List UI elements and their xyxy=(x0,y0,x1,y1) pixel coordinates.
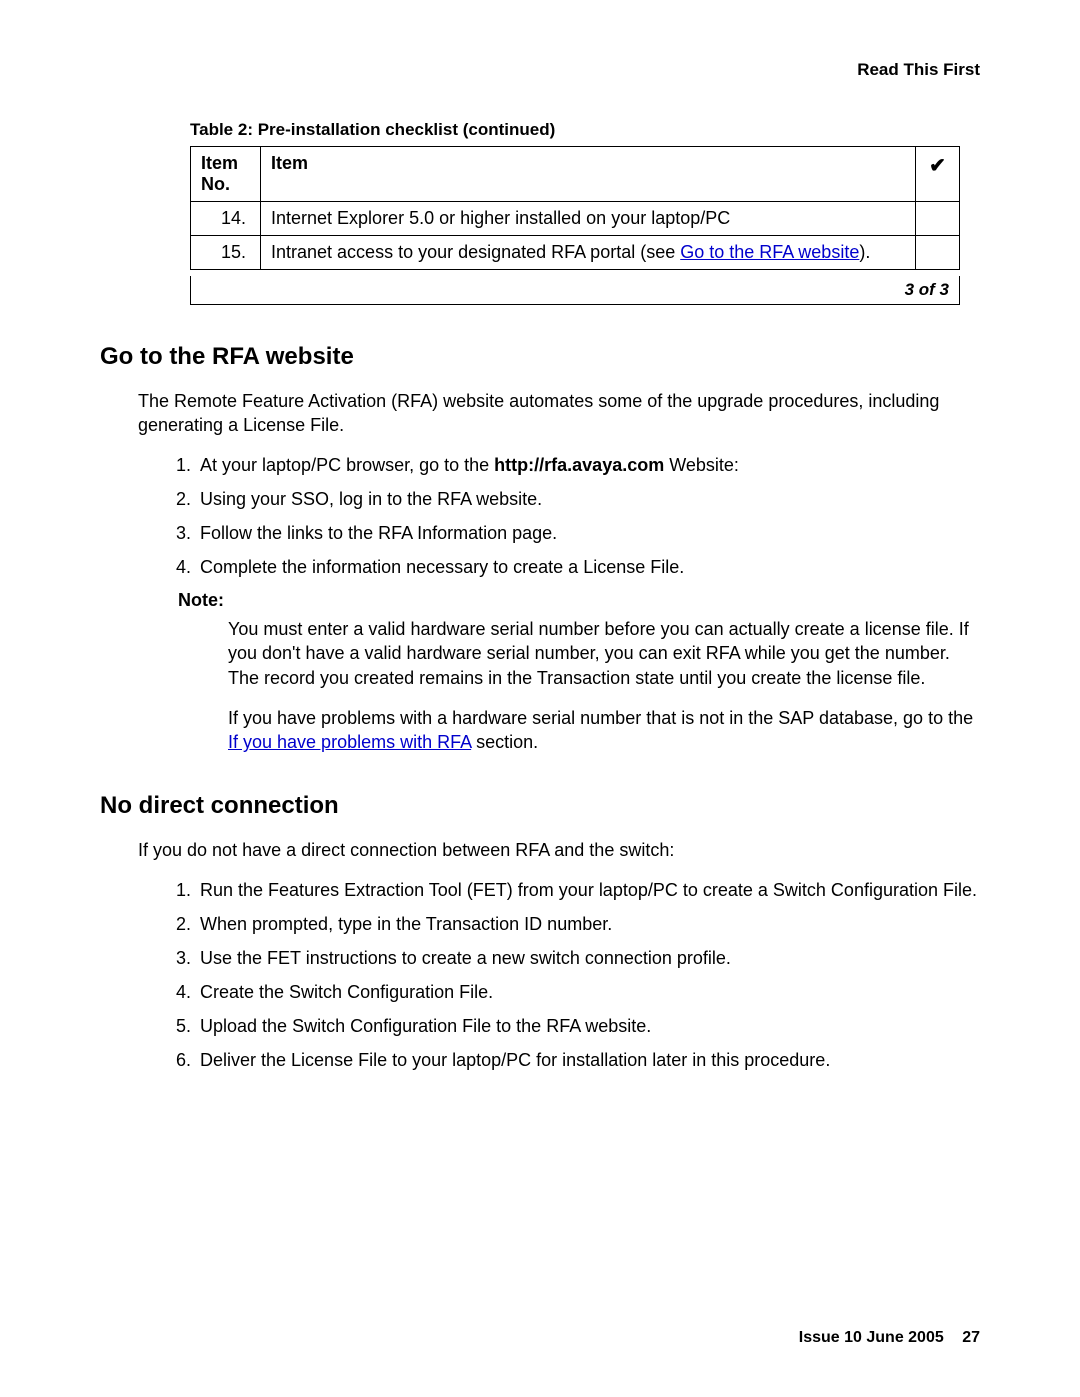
note-block: Note: You must enter a valid hardware se… xyxy=(178,590,980,754)
nodirect-intro: If you do not have a direct connection b… xyxy=(138,838,980,862)
cell-text-pre: Intranet access to your designated RFA p… xyxy=(271,242,680,262)
page-header-right: Read This First xyxy=(100,60,980,80)
checklist-table: Item No. Item ✔ 14. Internet Explorer 5.… xyxy=(190,146,960,270)
list-item: Using your SSO, log in to the RFA websit… xyxy=(196,486,980,512)
rfa-problems-link[interactable]: If you have problems with RFA xyxy=(228,732,471,752)
col-header-item: Item xyxy=(261,147,916,202)
note-text-2: If you have problems with a hardware ser… xyxy=(228,706,980,755)
col-header-check-icon: ✔ xyxy=(916,147,960,202)
note2-post: section. xyxy=(471,732,538,752)
list-item: Follow the links to the RFA Information … xyxy=(196,520,980,546)
nodirect-steps: Run the Features Extraction Tool (FET) f… xyxy=(178,877,980,1074)
table-row: 14. Internet Explorer 5.0 or higher inst… xyxy=(191,202,960,236)
list-item: Upload the Switch Configuration File to … xyxy=(196,1013,980,1039)
footer-issue: Issue 10 June 2005 xyxy=(799,1329,944,1346)
list-item: Run the Features Extraction Tool (FET) f… xyxy=(196,877,980,903)
cell-item-text: Internet Explorer 5.0 or higher installe… xyxy=(261,202,916,236)
footer-page-number: 27 xyxy=(962,1329,980,1346)
list-item: Deliver the License File to your laptop/… xyxy=(196,1047,980,1073)
rfa-steps: At your laptop/PC browser, go to the htt… xyxy=(178,452,980,580)
note-label: Note: xyxy=(178,590,980,611)
rfa-website-link[interactable]: Go to the RFA website xyxy=(680,242,859,262)
cell-item-text: Intranet access to your designated RFA p… xyxy=(261,236,916,270)
cell-item-no: 14. xyxy=(191,202,261,236)
cell-text-post: ). xyxy=(859,242,870,262)
cell-check xyxy=(916,202,960,236)
step-text-pre: At your laptop/PC browser, go to the xyxy=(200,455,494,475)
list-item: When prompted, type in the Transaction I… xyxy=(196,911,980,937)
step-text-post: Website: xyxy=(664,455,739,475)
checklist-table-wrap: Table 2: Pre-installation checklist (con… xyxy=(190,120,960,305)
heading-no-direct: No direct connection xyxy=(100,792,980,820)
list-item: Use the FET instructions to create a new… xyxy=(196,945,980,971)
cell-check xyxy=(916,236,960,270)
note-text-1: You must enter a valid hardware serial n… xyxy=(228,617,980,690)
list-item: Create the Switch Configuration File. xyxy=(196,979,980,1005)
table-header-row: Item No. Item ✔ xyxy=(191,147,960,202)
rfa-intro: The Remote Feature Activation (RFA) webs… xyxy=(138,389,980,438)
rfa-url: http://rfa.avaya.com xyxy=(494,455,664,475)
note2-pre: If you have problems with a hardware ser… xyxy=(228,708,973,728)
page-footer: Issue 10 June 2005 27 xyxy=(799,1329,980,1347)
table-row: 15. Intranet access to your designated R… xyxy=(191,236,960,270)
list-item: At your laptop/PC browser, go to the htt… xyxy=(196,452,980,478)
col-header-item-no: Item No. xyxy=(191,147,261,202)
table-caption: Table 2: Pre-installation checklist (con… xyxy=(190,120,960,140)
list-item: Complete the information necessary to cr… xyxy=(196,554,980,580)
heading-rfa-website: Go to the RFA website xyxy=(100,343,980,371)
cell-item-no: 15. xyxy=(191,236,261,270)
table-page-indicator: 3 of 3 xyxy=(190,276,960,305)
